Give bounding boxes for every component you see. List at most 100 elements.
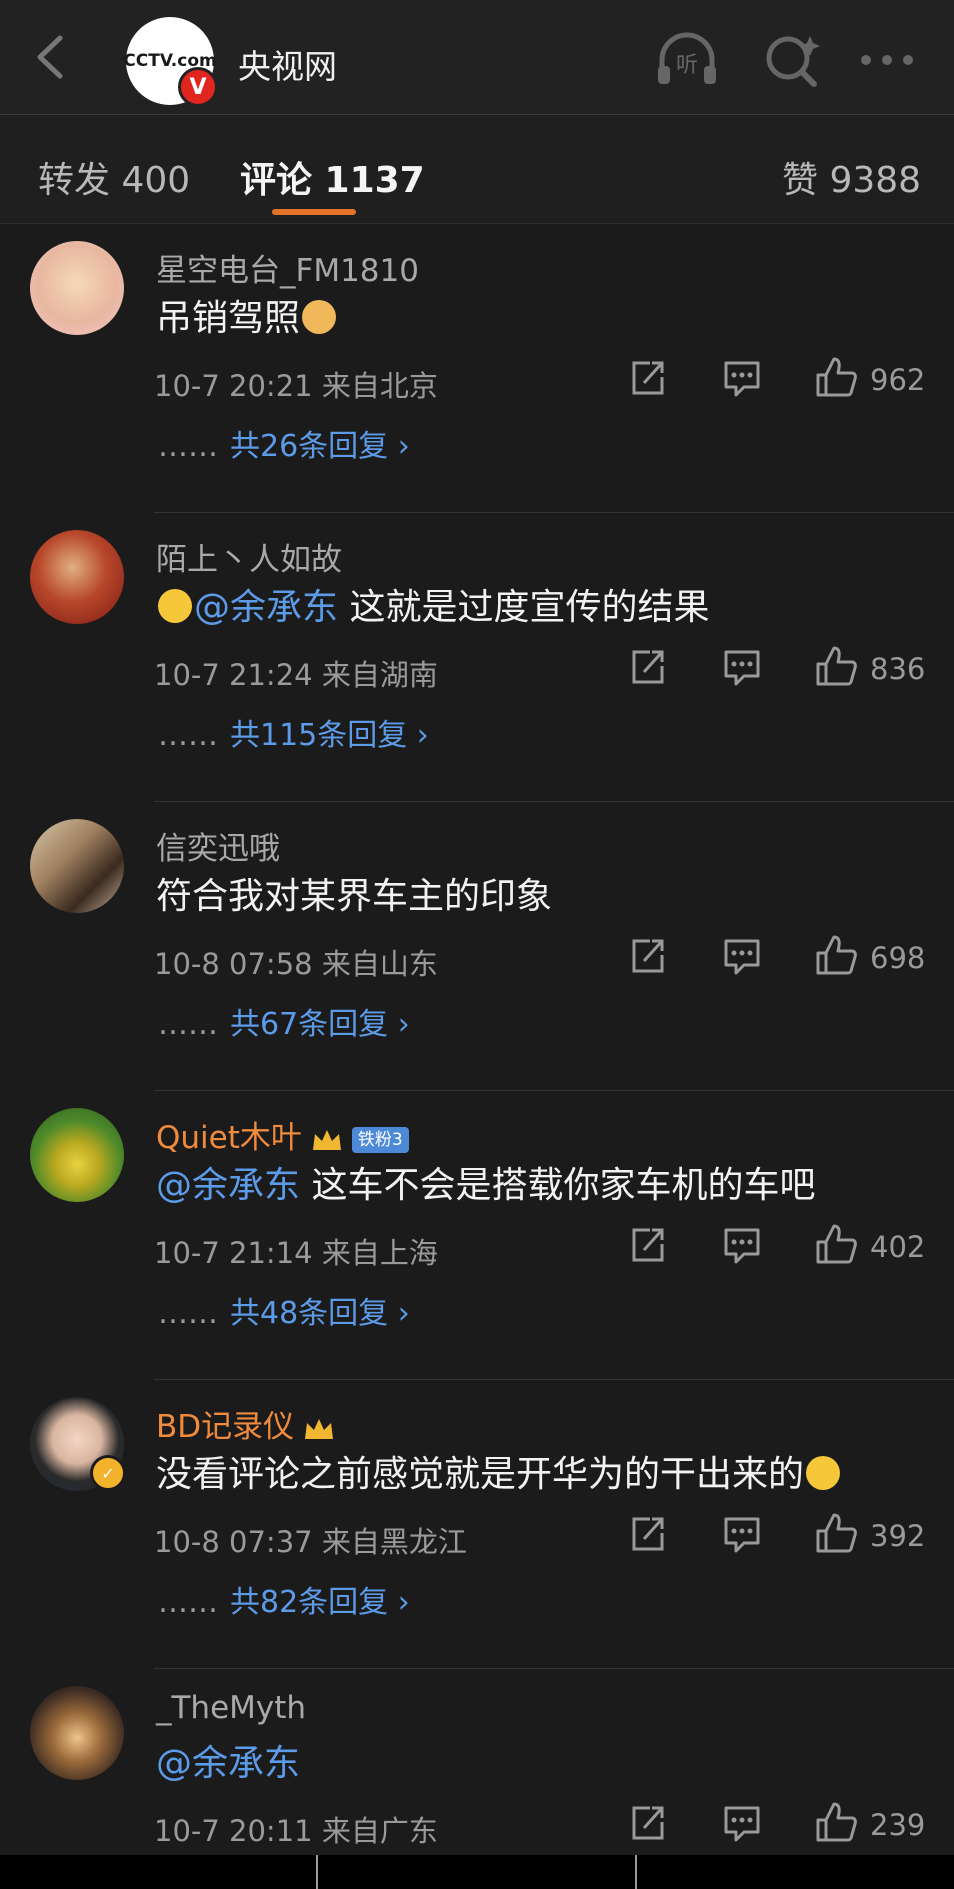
comment-meta: 10-7 20:21 来自北京 xyxy=(154,369,438,403)
comment-meta: 10-7 21:14 来自上海 xyxy=(154,1236,438,1270)
username-text: Quiet木叶 xyxy=(156,1120,302,1156)
like-count: 962 xyxy=(870,363,926,397)
svg-text:听: 听 xyxy=(676,53,698,78)
reply-comment-icon[interactable] xyxy=(722,355,762,401)
comment-divider xyxy=(154,801,954,802)
mention-link[interactable]: @余承东 xyxy=(194,587,338,628)
back-arrow-icon[interactable] xyxy=(28,32,72,82)
like-thumb-icon[interactable] xyxy=(814,1800,858,1846)
comment-divider xyxy=(154,1668,954,1669)
comment-body: 吊销驾照 xyxy=(156,298,301,339)
share-icon[interactable] xyxy=(628,1800,668,1846)
mention-link[interactable]: @余承东 xyxy=(156,1743,300,1784)
like-count: 239 xyxy=(870,1808,926,1842)
comment-meta: 10-7 20:11 来自广东 xyxy=(154,1814,438,1848)
reply-comment-icon[interactable] xyxy=(722,644,762,690)
share-icon[interactable] xyxy=(628,933,668,979)
tab-likes[interactable]: 赞 9388 xyxy=(782,151,921,203)
avatar[interactable] xyxy=(30,241,124,335)
comment-item: ✓ BD记录仪 没看评论之前感觉就是开华为的干出来的 10-8 07:37 来自… xyxy=(0,1381,954,1669)
crown-icon xyxy=(305,1418,334,1439)
bottom-bar xyxy=(0,1855,954,1889)
comment-username[interactable]: _TheMyth xyxy=(156,1690,306,1726)
like-thumb-icon[interactable] xyxy=(814,644,858,690)
replies-ellipsis: …… xyxy=(158,1585,218,1620)
replies-count[interactable]: 共115条回复 › xyxy=(230,718,429,753)
like-thumb-icon[interactable] xyxy=(814,355,858,401)
comment-item: 陌上丶人如故 @余承东 这就是过度宣传的结果 10-7 21:24 来自湖南 8… xyxy=(0,514,954,802)
avatar[interactable] xyxy=(30,819,124,913)
listen-headphones-icon[interactable]: 听 xyxy=(652,30,722,90)
like-count: 836 xyxy=(870,652,926,686)
share-icon[interactable] xyxy=(628,1222,668,1268)
verified-badge-icon: ✓ xyxy=(90,1455,126,1491)
comment-body: 这就是过度宣传的结果 xyxy=(338,587,710,628)
reply-comment-icon[interactable] xyxy=(722,933,762,979)
comment-text: 吊销驾照 xyxy=(156,289,338,341)
view-replies-link[interactable]: …… 共82条回复 › xyxy=(158,1577,410,1621)
active-tab-indicator xyxy=(272,209,356,215)
tab-comments[interactable]: 评论 1137 xyxy=(240,151,425,203)
comment-text: @余承东 xyxy=(156,1734,300,1786)
comment-meta: 10-7 21:24 来自湖南 xyxy=(154,658,438,692)
comment-username[interactable]: 信奕迅哦 xyxy=(156,823,280,868)
view-replies-link[interactable]: …… 共67条回复 › xyxy=(158,999,410,1043)
page-title: 央视网 xyxy=(238,47,337,86)
comment-username[interactable]: BD记录仪 xyxy=(156,1401,336,1446)
like-thumb-icon[interactable] xyxy=(814,1222,858,1268)
reply-comment-icon[interactable] xyxy=(722,1800,762,1846)
comment-divider xyxy=(154,1090,954,1091)
replies-count[interactable]: 共26条回复 › xyxy=(230,429,410,464)
view-replies-link[interactable]: …… 共26条回复 › xyxy=(158,421,410,465)
avatar[interactable] xyxy=(30,1686,124,1780)
share-icon[interactable] xyxy=(628,355,668,401)
replies-count[interactable]: 共67条回复 › xyxy=(230,1007,410,1042)
comment-username[interactable]: 陌上丶人如故 xyxy=(156,534,342,579)
avatar[interactable] xyxy=(30,530,124,624)
comment-body: 这车不会是搭载你家车机的车吧 xyxy=(300,1165,816,1206)
cat-face-emoji-icon xyxy=(302,300,337,334)
like-count: 402 xyxy=(870,1230,926,1264)
view-replies-link[interactable]: …… 共115条回复 › xyxy=(158,710,429,754)
like-count: 392 xyxy=(870,1519,926,1553)
weibo-comments-page: CCTV.com V 央视网 听 转发 400 评论 1137 赞 9388 星… xyxy=(0,0,954,1889)
comment-meta: 10-8 07:37 来自黑龙江 xyxy=(154,1525,467,1559)
like-count: 698 xyxy=(870,941,926,975)
comment-divider xyxy=(154,512,954,513)
replies-ellipsis: …… xyxy=(158,1007,218,1042)
avatar[interactable]: ✓ xyxy=(30,1397,126,1491)
comment-text: 没看评论之前感觉就是开华为的干出来的 xyxy=(156,1445,842,1497)
like-thumb-icon[interactable] xyxy=(814,933,858,979)
tab-bar: 转发 400 评论 1137 赞 9388 xyxy=(0,115,954,224)
username-text: BD记录仪 xyxy=(156,1409,295,1445)
top-bar: CCTV.com V 央视网 听 xyxy=(0,0,954,115)
more-options-icon[interactable] xyxy=(852,30,922,90)
comment-item: Quiet木叶 铁粉3 @余承东 这车不会是搭载你家车机的车吧 10-7 21:… xyxy=(0,1092,954,1380)
comment-username[interactable]: Quiet木叶 铁粉3 xyxy=(156,1112,409,1157)
replies-count[interactable]: 共48条回复 › xyxy=(230,1296,410,1331)
share-icon[interactable] xyxy=(628,644,668,690)
comment-divider xyxy=(154,1379,954,1380)
share-icon[interactable] xyxy=(628,1511,668,1557)
reply-comment-icon[interactable] xyxy=(722,1222,762,1268)
view-replies-link[interactable]: …… 共48条回复 › xyxy=(158,1288,410,1332)
tab-reposts[interactable]: 转发 400 xyxy=(38,151,190,203)
replies-ellipsis: …… xyxy=(158,429,218,464)
laughing-crying-emoji-icon xyxy=(806,1456,841,1490)
comment-username[interactable]: 星空电台_FM1810 xyxy=(156,245,419,290)
search-sparkle-icon[interactable] xyxy=(758,30,828,90)
comment-text: @余承东 这就是过度宣传的结果 xyxy=(156,578,709,630)
reply-comment-icon[interactable] xyxy=(722,1511,762,1557)
avatar[interactable] xyxy=(30,1108,124,1202)
verified-badge-icon: V xyxy=(178,67,218,107)
like-thumb-icon[interactable] xyxy=(814,1511,858,1557)
replies-count[interactable]: 共82条回复 › xyxy=(230,1585,410,1620)
fan-level-badge: 铁粉3 xyxy=(351,1126,409,1153)
account-avatar[interactable]: CCTV.com V xyxy=(123,17,218,107)
bottom-divider xyxy=(635,1855,637,1889)
comment-text: 符合我对某界车主的印象 xyxy=(156,876,553,917)
crown-icon xyxy=(312,1129,341,1150)
mention-link[interactable]: @余承东 xyxy=(156,1165,300,1206)
comment-meta: 10-8 07:58 来自山东 xyxy=(154,947,438,981)
replies-ellipsis: …… xyxy=(158,1296,218,1331)
